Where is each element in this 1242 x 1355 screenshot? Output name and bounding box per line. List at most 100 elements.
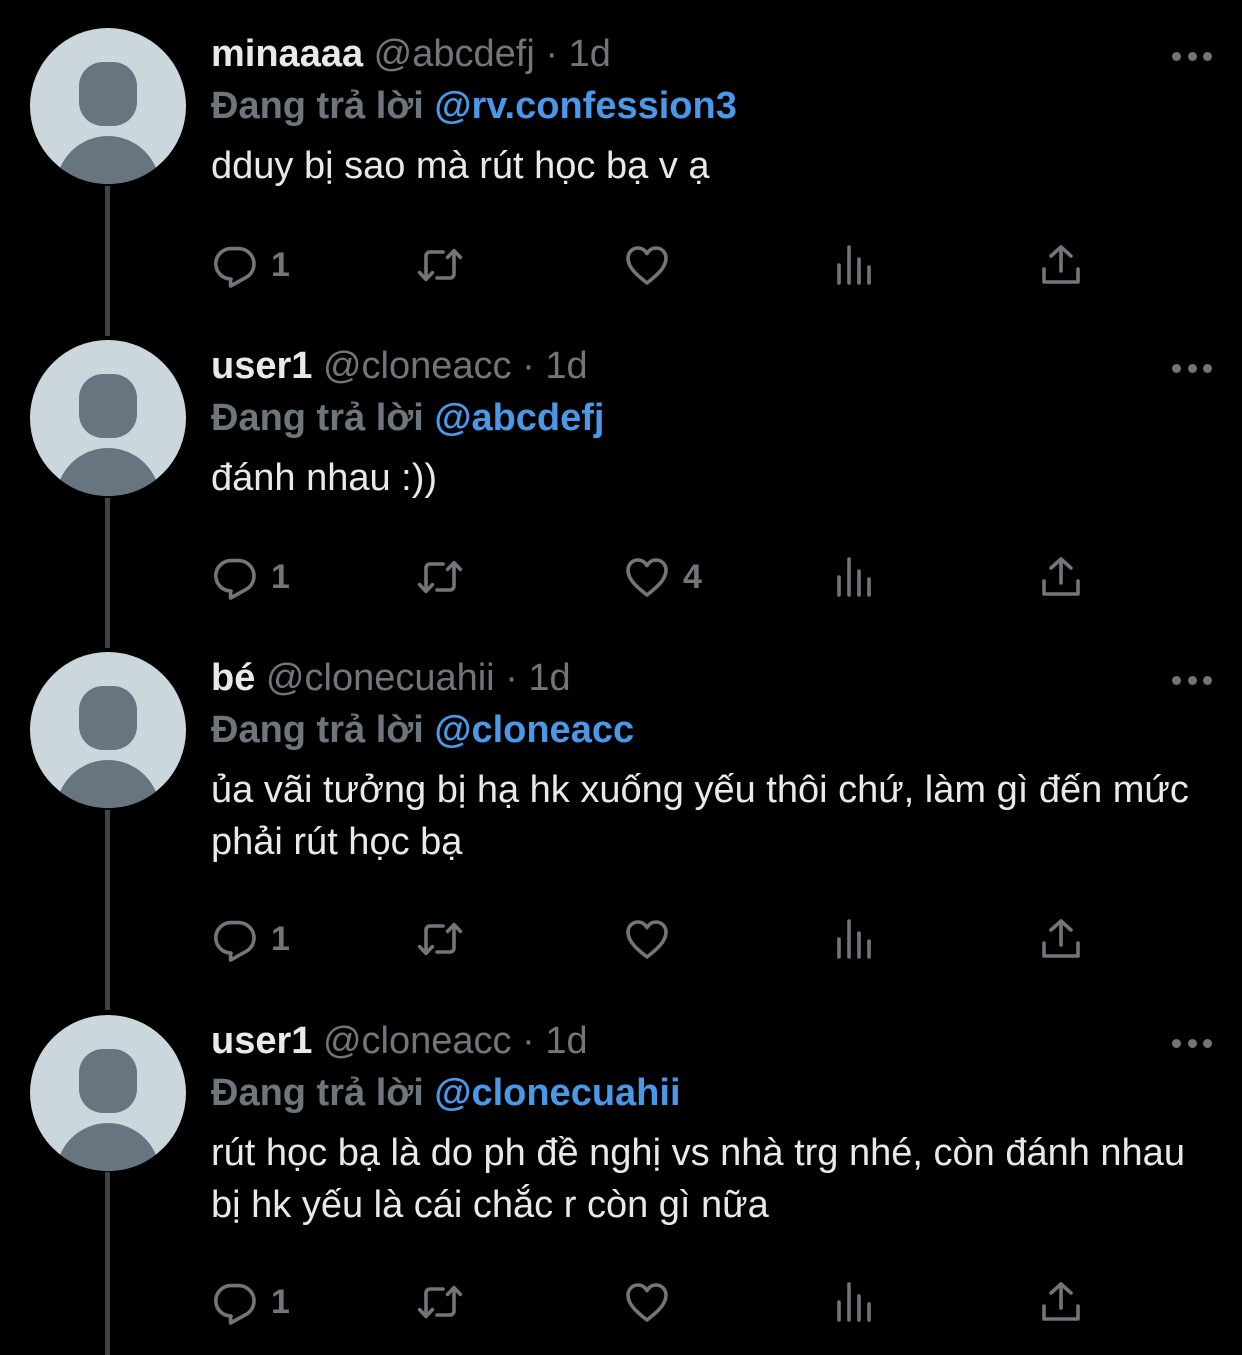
reply-count: 1 — [271, 1282, 290, 1321]
replying-to-prefix: Đang trả lời — [211, 709, 424, 751]
replying-to: Đang trả lời @cloneacc — [211, 704, 1211, 756]
like-icon — [626, 558, 668, 597]
analytics-button[interactable] — [831, 1277, 879, 1327]
separator-dot: · — [522, 345, 535, 387]
replying-to: Đang trả lời @clonecuahii — [211, 1067, 1211, 1119]
tweet-actions: 1 4 — [211, 552, 1111, 602]
display-name[interactable]: bé — [211, 657, 255, 699]
display-name[interactable]: user1 — [211, 1020, 312, 1062]
more-options-icon[interactable] — [1172, 44, 1212, 68]
reply-button[interactable]: 1 — [211, 240, 290, 290]
tweet-text: rút học bạ là do ph đề nghị vs nhà trg n… — [211, 1132, 1185, 1226]
reply-count: 1 — [271, 557, 290, 596]
replying-to-mention[interactable]: @rv.confession3 — [434, 85, 736, 127]
tweet-text: dduy bị sao mà rút học bạ v ạ — [211, 145, 710, 187]
default-avatar-shoulders — [56, 448, 160, 496]
user-handle[interactable]: @abcdefj — [374, 33, 535, 75]
reply-button[interactable]: 1 — [211, 914, 290, 964]
tweet-actions: 1 — [211, 240, 1111, 290]
retweet-button[interactable] — [416, 914, 476, 964]
replying-to-prefix: Đang trả lời — [211, 85, 424, 127]
analytics-button[interactable] — [831, 240, 879, 290]
replying-to: Đang trả lời @rv.confession3 — [211, 80, 1211, 132]
more-options-icon[interactable] — [1172, 1031, 1212, 1055]
default-avatar-head — [79, 686, 137, 750]
retweet-button[interactable] — [416, 552, 476, 602]
share-button[interactable] — [1037, 240, 1085, 290]
share-button[interactable] — [1037, 1277, 1085, 1327]
analytics-button[interactable] — [831, 552, 879, 602]
retweet-icon — [417, 248, 463, 282]
replying-to-prefix: Đang trả lời — [211, 397, 424, 439]
retweet-button[interactable] — [416, 1277, 476, 1327]
replying-to-prefix: Đang trả lời — [211, 1072, 424, 1114]
share-icon — [1042, 245, 1080, 284]
avatar[interactable] — [30, 652, 186, 808]
more-options-icon[interactable] — [1172, 668, 1212, 692]
reply-count: 1 — [271, 245, 290, 284]
user-handle[interactable]: @clonecuahii — [266, 657, 495, 699]
tweet-content: user1 @cloneacc · 1d Đang trả lời @abcde… — [211, 340, 1211, 504]
analytics-icon — [837, 1282, 871, 1322]
like-button[interactable] — [623, 914, 683, 964]
default-avatar-head — [79, 62, 137, 126]
default-avatar-shoulders — [56, 1123, 160, 1171]
share-icon — [1042, 1282, 1080, 1321]
separator-dot: · — [545, 33, 558, 75]
share-button[interactable] — [1037, 552, 1085, 602]
analytics-button[interactable] — [831, 914, 879, 964]
reply-thread: minaaaa @abcdefj · 1d Đang trả lời @rv.c… — [0, 0, 1242, 1355]
replying-to-mention[interactable]: @clonecuahii — [434, 1072, 680, 1114]
analytics-icon — [837, 919, 871, 959]
retweet-button[interactable] — [416, 240, 476, 290]
reply-icon — [214, 1283, 256, 1325]
timestamp[interactable]: 1d — [545, 345, 587, 387]
tweet-text: đánh nhau :)) — [211, 457, 438, 499]
tweet-header: user1 @cloneacc · 1d — [211, 1015, 1211, 1067]
timestamp[interactable]: 1d — [528, 657, 570, 699]
like-button[interactable]: 4 — [623, 552, 702, 602]
analytics-icon — [837, 557, 871, 597]
tweet-content: bé @clonecuahii · 1d Đang trả lời @clone… — [211, 652, 1211, 868]
reply-icon — [214, 246, 256, 288]
default-avatar-head — [79, 374, 137, 438]
replying-to: Đang trả lời @abcdefj — [211, 392, 1211, 444]
replying-to-mention[interactable]: @cloneacc — [434, 709, 634, 751]
like-icon — [626, 1283, 668, 1322]
separator-dot: · — [505, 657, 518, 699]
share-icon — [1042, 919, 1080, 958]
timestamp[interactable]: 1d — [569, 33, 611, 75]
tweet-header: user1 @cloneacc · 1d — [211, 340, 1211, 392]
share-button[interactable] — [1037, 914, 1085, 964]
like-button[interactable] — [623, 240, 683, 290]
display-name[interactable]: minaaaa — [211, 33, 363, 75]
tweet-content: minaaaa @abcdefj · 1d Đang trả lời @rv.c… — [211, 28, 1211, 192]
default-avatar-shoulders — [56, 760, 160, 808]
reply-button[interactable]: 1 — [211, 552, 290, 602]
replying-to-mention[interactable]: @abcdefj — [434, 397, 604, 439]
tweet-text: ủa vãi tưởng bị hạ hk xuống yếu thôi chứ… — [211, 769, 1189, 863]
user-handle[interactable]: @cloneacc — [323, 1020, 512, 1062]
reply-icon — [214, 920, 256, 962]
reply-count: 1 — [271, 919, 290, 958]
like-count: 4 — [683, 557, 702, 596]
like-button[interactable] — [623, 1277, 683, 1327]
retweet-icon — [417, 1285, 463, 1319]
timestamp[interactable]: 1d — [545, 1020, 587, 1062]
avatar[interactable] — [30, 340, 186, 496]
avatar[interactable] — [30, 1015, 186, 1171]
more-options-icon[interactable] — [1172, 356, 1212, 380]
retweet-icon — [417, 560, 463, 594]
tweet-content: user1 @cloneacc · 1d Đang trả lời @clone… — [211, 1015, 1211, 1231]
analytics-icon — [837, 245, 871, 285]
avatar[interactable] — [30, 28, 186, 184]
like-icon — [626, 246, 668, 285]
tweet-header: minaaaa @abcdefj · 1d — [211, 28, 1211, 80]
tweet-actions: 1 — [211, 914, 1111, 964]
reply-button[interactable]: 1 — [211, 1277, 290, 1327]
user-handle[interactable]: @cloneacc — [323, 345, 512, 387]
tweet-header: bé @clonecuahii · 1d — [211, 652, 1211, 704]
display-name[interactable]: user1 — [211, 345, 312, 387]
default-avatar-head — [79, 1049, 137, 1113]
default-avatar-shoulders — [56, 136, 160, 184]
